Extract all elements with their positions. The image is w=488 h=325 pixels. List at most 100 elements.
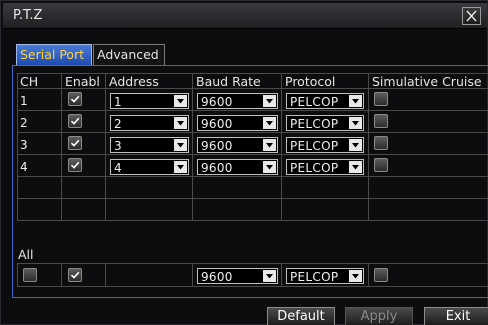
ptz-window: P.T.Z Serial Port Advanced CH Enabl Addres… — [0, 0, 488, 325]
column-header: Enabl — [62, 73, 106, 89]
protocol-select-value: PELCOP — [290, 95, 339, 109]
table-cell — [62, 177, 106, 199]
all-cruise-checkbox[interactable] — [374, 268, 388, 282]
table-cell — [17, 177, 62, 199]
baud-rate-select-value: 9600 — [201, 139, 233, 153]
protocol-select[interactable]: PELCOP — [286, 137, 364, 153]
tab-serial-port[interactable]: Serial Port — [16, 44, 92, 65]
close-button[interactable] — [462, 7, 481, 25]
protocol-select-value: PELCOP — [290, 139, 339, 153]
default-button[interactable]: Default — [267, 307, 335, 325]
all-baud-rate-select-value: 9600 — [201, 270, 233, 284]
all-baud-rate-select[interactable]: 9600 — [197, 268, 278, 284]
enable-checkbox[interactable] — [68, 158, 82, 172]
all-protocol-select[interactable]: PELCOP — [286, 268, 364, 284]
baud-rate-select[interactable]: 9600 — [197, 159, 278, 175]
column-header: Protocol — [282, 73, 369, 89]
baud-rate-select[interactable]: 9600 — [197, 115, 278, 131]
chevron-down-icon — [263, 95, 276, 107]
address-select[interactable]: 1 — [110, 93, 189, 109]
protocol-select-value: PELCOP — [290, 117, 339, 131]
empty-row — [17, 177, 488, 199]
check-icon — [69, 115, 81, 127]
cruise-checkbox[interactable] — [374, 158, 388, 172]
table-row: 3 3 9600 PELCOP — [17, 133, 488, 155]
protocol-select[interactable]: PELCOP — [286, 159, 364, 175]
chevron-down-icon — [263, 161, 276, 173]
column-header: Baud Rate — [193, 73, 282, 89]
table-cell — [282, 177, 369, 199]
baud-rate-select[interactable]: 9600 — [197, 137, 278, 153]
chevron-down-icon — [349, 95, 362, 107]
apply-button[interactable]: Apply — [345, 307, 413, 325]
all-protocol-select-value: PELCOP — [290, 270, 339, 284]
all-select-checkbox[interactable] — [23, 268, 37, 282]
protocol-select-value: PELCOP — [290, 161, 339, 175]
baud-rate-select-value: 9600 — [201, 117, 233, 131]
table-cell — [193, 199, 282, 221]
check-icon — [69, 137, 81, 149]
chevron-down-icon — [349, 270, 362, 282]
table-row: 4 4 9600 PELCOP — [17, 155, 488, 177]
title-bar: P.T.Z — [3, 3, 487, 29]
chevron-down-icon — [263, 139, 276, 151]
table-cell — [106, 199, 193, 221]
channel-number: 1 — [20, 94, 28, 108]
table-cell — [193, 177, 282, 199]
tab-advanced[interactable]: Advanced — [93, 44, 165, 65]
chevron-down-icon — [174, 161, 187, 173]
chevron-down-icon — [349, 139, 362, 151]
address-select[interactable]: 3 — [110, 137, 189, 153]
enable-checkbox[interactable] — [68, 136, 82, 150]
chevron-down-icon — [349, 161, 362, 173]
chevron-down-icon — [174, 117, 187, 129]
channel-number: 2 — [20, 116, 28, 130]
exit-button[interactable]: Exit — [424, 307, 488, 325]
chevron-down-icon — [349, 117, 362, 129]
address-select[interactable]: 2 — [110, 115, 189, 131]
enable-checkbox[interactable] — [68, 92, 82, 106]
address-select-value: 4 — [114, 161, 122, 175]
all-row: 9600 PELCOP — [17, 263, 488, 287]
column-header: CH — [17, 73, 62, 89]
chevron-down-icon — [263, 117, 276, 129]
table-cell — [17, 199, 62, 221]
enable-checkbox[interactable] — [68, 114, 82, 128]
address-select-value: 2 — [114, 117, 122, 131]
table-cell — [62, 199, 106, 221]
channel-number: 3 — [20, 138, 28, 152]
empty-row — [17, 199, 488, 221]
cruise-checkbox[interactable] — [374, 92, 388, 106]
table-cell — [369, 199, 488, 221]
check-icon — [69, 159, 81, 171]
cruise-checkbox[interactable] — [374, 114, 388, 128]
all-label: All — [18, 247, 34, 262]
protocol-select[interactable]: PELCOP — [286, 93, 364, 109]
protocol-select[interactable]: PELCOP — [286, 115, 364, 131]
table-cell — [369, 177, 488, 199]
address-select-value: 1 — [114, 95, 122, 109]
baud-rate-select-value: 9600 — [201, 161, 233, 175]
cruise-checkbox[interactable] — [374, 136, 388, 150]
table-row: 1 1 9600 PELCOP — [17, 89, 488, 111]
column-header: Address — [106, 73, 193, 89]
column-header: Simulative Cruise — [369, 73, 488, 89]
grid-border — [17, 73, 488, 74]
table-cell — [282, 199, 369, 221]
check-icon — [69, 93, 81, 105]
table-header: CH Enabl Address Baud Rate Protocol Simulativ… — [17, 73, 488, 89]
grid-border — [17, 73, 18, 221]
address-select-value: 3 — [114, 139, 122, 153]
channel-number: 4 — [20, 160, 28, 174]
baud-rate-select-value: 9600 — [201, 95, 233, 109]
chevron-down-icon — [263, 270, 276, 282]
table-row: 2 2 9600 PELCOP — [17, 111, 488, 133]
chevron-down-icon — [174, 139, 187, 151]
table-cell — [106, 263, 193, 287]
check-icon — [69, 269, 81, 281]
all-enable-checkbox[interactable] — [68, 268, 82, 282]
address-select[interactable]: 4 — [110, 159, 189, 175]
chevron-down-icon — [174, 95, 187, 107]
baud-rate-select[interactable]: 9600 — [197, 93, 278, 109]
window-title: P.T.Z — [13, 8, 43, 23]
